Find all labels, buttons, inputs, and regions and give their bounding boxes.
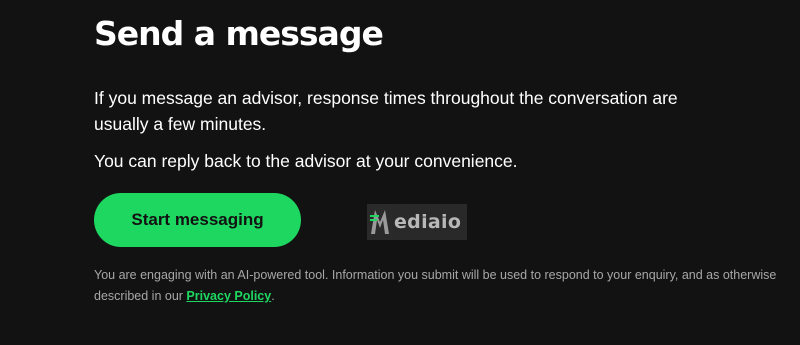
disclaimer-end: .: [271, 289, 275, 303]
page-title: Send a message: [94, 14, 384, 53]
response-time-text: If you message an advisor, response time…: [94, 88, 678, 134]
watermark-text: ediaio: [394, 211, 462, 233]
start-messaging-label: Start messaging: [131, 210, 264, 229]
mediaio-logo-icon: [367, 204, 393, 240]
privacy-policy-link[interactable]: Privacy Policy: [186, 289, 271, 303]
start-messaging-button[interactable]: Start messaging: [94, 193, 301, 247]
reply-info-text: You can reply back to the advisor at you…: [94, 151, 518, 171]
ai-disclaimer: You are engaging with an AI-powered tool…: [94, 265, 794, 307]
mediaio-watermark: ediaio: [367, 204, 468, 240]
